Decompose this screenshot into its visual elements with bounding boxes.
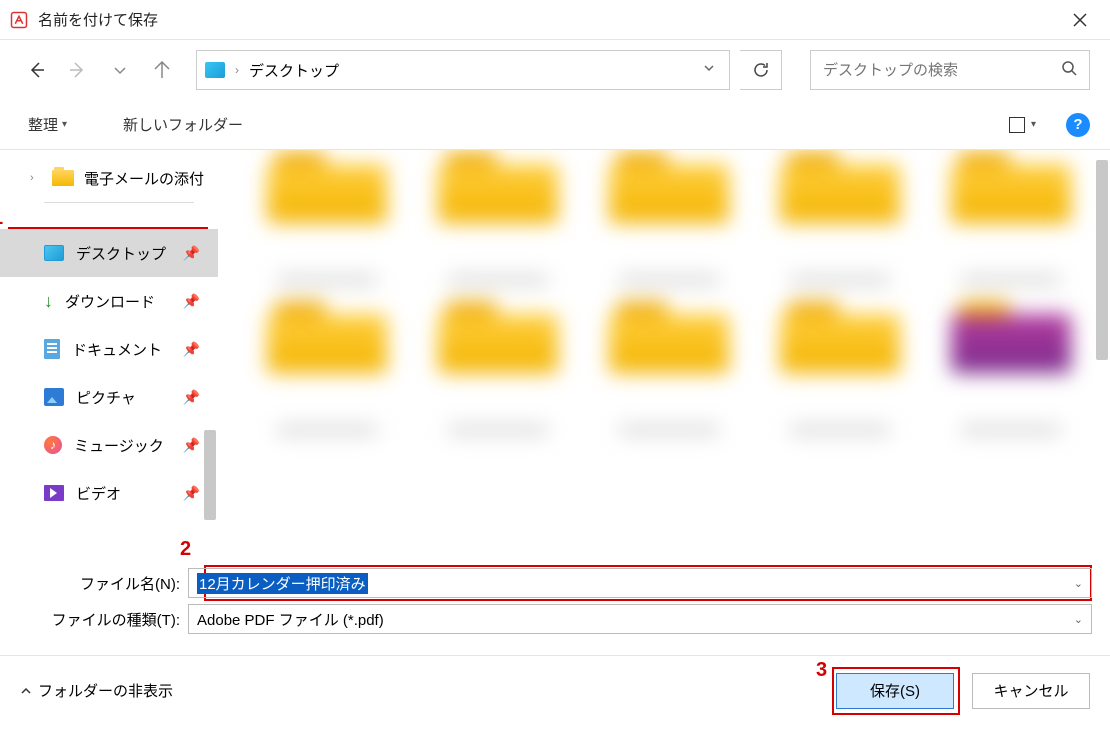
file-grid: [248, 150, 1090, 434]
recent-dropdown[interactable]: [104, 54, 136, 86]
folder-tile[interactable]: [590, 154, 747, 284]
divider: [44, 202, 194, 203]
file-grid-area[interactable]: [218, 150, 1110, 530]
sidebar-item-label: ピクチャ: [76, 387, 136, 408]
search-input[interactable]: [823, 62, 1061, 79]
new-folder-button[interactable]: 新しいフォルダー: [115, 110, 251, 139]
pdf-app-icon: [10, 11, 28, 29]
view-menu[interactable]: ▾: [1001, 113, 1044, 137]
sidebar-item-desktop[interactable]: デスクトップ 📌: [0, 229, 218, 277]
document-icon: [44, 339, 60, 359]
annotation-2: 2: [180, 538, 191, 560]
pin-icon: 📌: [183, 245, 200, 262]
folder-icon: [52, 170, 74, 186]
annotation-1: 1: [0, 207, 3, 230]
back-button[interactable]: [20, 54, 52, 86]
chevron-down-icon: [113, 63, 127, 77]
pin-icon: 📌: [183, 341, 200, 358]
close-icon: [1073, 13, 1087, 27]
sidebar-scrollbar[interactable]: [204, 430, 216, 520]
location-icon: [205, 62, 225, 78]
folder-tile[interactable]: [933, 154, 1090, 284]
tree-label: 電子メールの添付: [84, 168, 204, 189]
sidebar: › 電子メールの添付 1 デスクトップ 📌 ↓ ダウンロード 📌 ドキュメント: [0, 150, 218, 530]
pictures-icon: [44, 388, 64, 406]
sidebar-item-downloads[interactable]: ↓ ダウンロード 📌: [0, 277, 218, 325]
chevron-down-icon[interactable]: [697, 61, 721, 79]
navbar: › デスクトップ: [0, 40, 1110, 100]
refresh-icon: [752, 61, 770, 79]
view-icon: [1009, 117, 1025, 133]
filetype-select[interactable]: Adobe PDF ファイル (*.pdf) ⌄: [188, 604, 1092, 634]
sidebar-item-label: ビデオ: [76, 483, 121, 504]
hide-folders-link[interactable]: フォルダーの非表示: [20, 680, 173, 701]
close-button[interactable]: [1060, 0, 1100, 40]
breadcrumb-location: デスクトップ: [249, 60, 691, 81]
arrow-right-icon: [69, 61, 87, 79]
folder-tile[interactable]: [590, 304, 747, 434]
arrow-up-icon: [153, 61, 171, 79]
folder-tile[interactable]: [419, 154, 576, 284]
tree-item-email[interactable]: › 電子メールの添付: [0, 160, 218, 196]
help-button[interactable]: ?: [1066, 113, 1090, 137]
content-scrollbar[interactable]: [1096, 160, 1108, 360]
chevron-down-icon[interactable]: ⌄: [1074, 613, 1083, 626]
folder-tile[interactable]: [762, 304, 919, 434]
chevron-right-icon[interactable]: ›: [30, 172, 42, 184]
filetype-label: ファイルの種類(T):: [18, 609, 188, 630]
desktop-icon: [44, 245, 64, 261]
quick-access-list: 1 デスクトップ 📌 ↓ ダウンロード 📌 ドキュメント 📌 ピクチャ: [0, 209, 218, 517]
sidebar-item-music[interactable]: ♪ ミュージック 📌: [0, 421, 218, 469]
filetype-value: Adobe PDF ファイル (*.pdf): [197, 609, 384, 630]
toolbar: 整理▾ 新しいフォルダー ▾ ?: [0, 100, 1110, 150]
chevron-up-icon: [20, 685, 32, 697]
window-title: 名前を付けて保存: [38, 9, 1060, 30]
up-button[interactable]: [146, 54, 178, 86]
download-icon: ↓: [44, 291, 53, 312]
folder-tile[interactable]: [248, 304, 405, 434]
sidebar-item-videos[interactable]: ビデオ 📌: [0, 469, 218, 517]
form-area: 2 ファイル名(N): 12月カレンダー押印済み ⌄ ファイルの種類(T): A…: [0, 530, 1110, 645]
help-icon: ?: [1073, 116, 1082, 133]
chevron-down-icon[interactable]: ⌄: [1074, 577, 1083, 590]
folder-tile[interactable]: [762, 154, 919, 284]
search-icon: [1061, 60, 1077, 81]
pin-icon: 📌: [183, 485, 200, 502]
sidebar-item-pictures[interactable]: ピクチャ 📌: [0, 373, 218, 421]
folder-tile[interactable]: [933, 304, 1090, 434]
refresh-button[interactable]: [740, 50, 782, 90]
arrow-left-icon: [27, 61, 45, 79]
search-box[interactable]: [810, 50, 1090, 90]
sidebar-item-label: デスクトップ: [76, 243, 166, 264]
video-icon: [44, 485, 64, 501]
pin-icon: 📌: [183, 437, 200, 454]
pin-icon: 📌: [183, 389, 200, 406]
sidebar-item-label: ダウンロード: [65, 291, 155, 312]
save-button[interactable]: 保存(S): [836, 673, 954, 709]
sidebar-item-documents[interactable]: ドキュメント 📌: [0, 325, 218, 373]
organize-menu[interactable]: 整理▾: [20, 110, 75, 139]
main-area: › 電子メールの添付 1 デスクトップ 📌 ↓ ダウンロード 📌 ドキュメント: [0, 150, 1110, 530]
filename-value: 12月カレンダー押印済み: [197, 573, 368, 594]
titlebar: 名前を付けて保存: [0, 0, 1110, 40]
filename-label: ファイル名(N):: [18, 573, 188, 594]
breadcrumb-sep: ›: [231, 63, 243, 77]
sidebar-item-label: ドキュメント: [72, 339, 162, 360]
footer: フォルダーの非表示 3 保存(S) キャンセル: [0, 655, 1110, 725]
annotation-3: 3: [816, 659, 827, 682]
address-bar[interactable]: › デスクトップ: [196, 50, 730, 90]
music-icon: ♪: [44, 436, 62, 454]
sidebar-item-label: ミュージック: [74, 435, 164, 456]
cancel-button[interactable]: キャンセル: [972, 673, 1090, 709]
filename-input[interactable]: 12月カレンダー押印済み ⌄: [188, 568, 1092, 598]
pin-icon: 📌: [183, 293, 200, 310]
folder-tile[interactable]: [248, 154, 405, 284]
forward-button[interactable]: [62, 54, 94, 86]
folder-tile[interactable]: [419, 304, 576, 434]
